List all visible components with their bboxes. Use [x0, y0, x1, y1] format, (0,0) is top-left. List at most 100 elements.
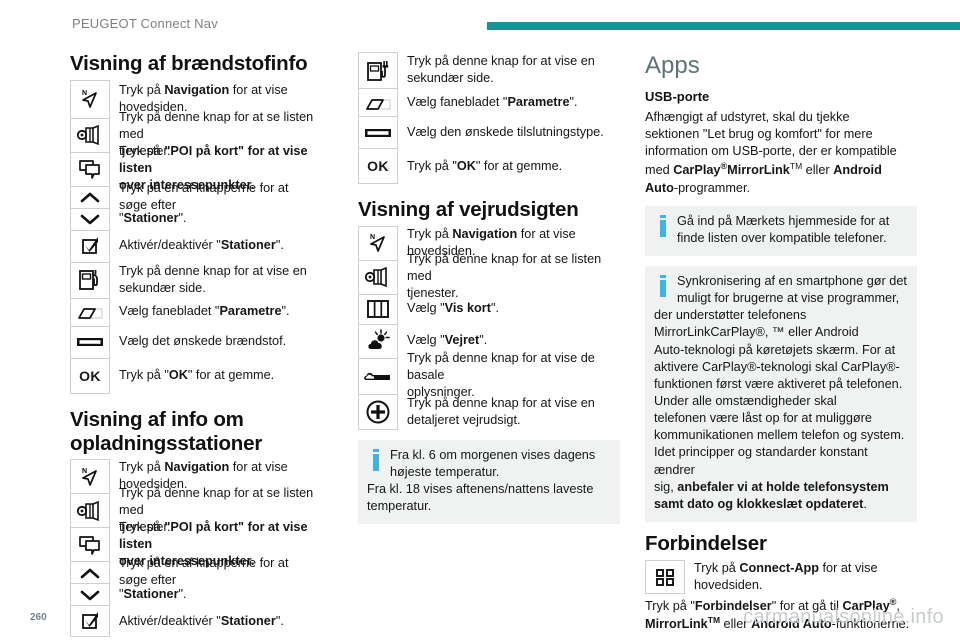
navigation-arrow-icon[interactable]: N: [358, 225, 398, 260]
step-text: Vælg fanebladet "Parametre".: [398, 88, 578, 116]
note-header: Fra kl. 6 om morgenen vises dagens højes…: [367, 447, 611, 481]
site-watermark: carmanualsonline.info: [743, 606, 944, 628]
fuel-pump-icon[interactable]: [70, 261, 110, 298]
list-bar-icon[interactable]: [70, 325, 110, 358]
slider-toggle-icon[interactable]: [358, 357, 398, 394]
note-header: Synkronisering af en smartphone gør det …: [654, 273, 908, 307]
t: for at vise: [819, 560, 878, 575]
t: Tryk på denne knap for at vise de basale: [407, 351, 595, 383]
t: ".: [490, 301, 499, 316]
usb-intro-paragraph: Afhængigt af udstyret, skal du tjekke se…: [645, 109, 917, 197]
step-row: OK Tryk på "OK" for at gemme.: [358, 148, 620, 184]
services-list-icon[interactable]: [358, 259, 398, 294]
step-row: OK Tryk på "OK" for at gemme.: [70, 357, 320, 394]
header-accent-rule: [487, 22, 960, 30]
t: information om USB-porte, der er kompati…: [645, 144, 897, 159]
t: ".: [281, 304, 290, 319]
weather-sun-cloud-icon[interactable]: [358, 323, 398, 358]
t: " for at gemme.: [187, 368, 275, 383]
section-title-fuel-info: Visning af brændstofinfo: [70, 52, 308, 75]
t: Aktivér/deaktivér ": [119, 238, 221, 253]
chevron-up-icon[interactable]: [70, 185, 110, 208]
step-row: Aktivér/deaktivér "Stationer".: [70, 229, 320, 262]
step-row: Tryk på denne knap for at se listen med …: [358, 252, 620, 300]
step-text: Tryk på Connect-App for at vise hovedsid…: [685, 560, 878, 594]
title-line-2: opladningsstationer: [70, 431, 263, 455]
t: sekundær side.: [407, 71, 494, 85]
t: -programmer.: [673, 180, 751, 195]
t: eller: [802, 163, 834, 178]
t: Aktivér/deaktivér ": [119, 613, 221, 628]
info-icon: [373, 448, 379, 471]
ok-button-icon[interactable]: OK: [70, 357, 110, 394]
navigation-arrow-icon[interactable]: N: [70, 79, 110, 118]
t: sig,: [654, 479, 678, 494]
connections-steps: Tryk på Connect-App for at vise hovedsid…: [645, 559, 917, 594]
checkbox-checked-icon[interactable]: [70, 605, 110, 638]
t: Synkronisering af en smartphone gør det: [677, 274, 907, 289]
step-row: Tryk på denne knap for at vise de basale…: [358, 351, 620, 399]
t: Tryk på denne knap for at vise en: [119, 263, 307, 278]
info-icon: [660, 275, 666, 298]
t: Vælg ": [407, 333, 445, 348]
t: Tryk på ": [119, 368, 169, 383]
step-row: Vælg den ønskede tilslutningstype.: [358, 116, 620, 148]
step-text: Vælg den ønskede tilslutningstype.: [398, 116, 604, 148]
step-row: Tryk på Connect-App for at vise hovedsid…: [645, 559, 917, 594]
step-text: Tryk på denne knap for at vise en sekund…: [398, 52, 595, 88]
chevron-up-icon[interactable]: [70, 561, 110, 584]
navigation-arrow-icon[interactable]: N: [70, 459, 110, 494]
step-text: Tryk på denne knap for at vise en sekund…: [110, 262, 307, 298]
t: Under alle omstændigheder skal: [654, 394, 837, 409]
t: Fra kl. 18 vises aftenens/nattens lavest…: [367, 482, 594, 497]
list-bar-icon[interactable]: [358, 116, 398, 148]
header-title: PEUGEOT Connect Nav: [72, 16, 218, 31]
note-body: Synkronisering af en smartphone gør det …: [677, 273, 908, 307]
step-text: Tryk på en af knapperne for at søge efte…: [110, 181, 320, 212]
info-icon-dot: [660, 214, 666, 218]
title-line-1: Visning af info om: [70, 407, 244, 431]
t: for at vise: [229, 460, 288, 475]
t: Tryk på: [694, 560, 740, 575]
t: funktionen først være aktiveret på telef…: [654, 376, 903, 391]
info-icon-dot: [660, 275, 666, 279]
t: Tryk på denne knap for at vise en: [407, 395, 595, 410]
charging-station-icon[interactable]: [358, 52, 398, 88]
ok-button-icon[interactable]: OK: [358, 148, 398, 184]
map-icon[interactable]: [358, 293, 398, 324]
poi-on-map-icon[interactable]: [70, 527, 110, 562]
section-title-charging-info: Visning af info om opladningsstationer: [70, 408, 320, 456]
chevron-down-icon[interactable]: [70, 207, 110, 230]
t: Android: [833, 163, 882, 178]
svg-text:N: N: [370, 234, 375, 241]
services-list-icon[interactable]: [70, 493, 110, 528]
step-row: Tryk på denne knap for at vise en sekund…: [358, 52, 620, 88]
step-text: Tryk på "OK" for at gemme.: [110, 358, 274, 394]
info-icon-stem: [373, 453, 379, 471]
t: Gå ind på Mærkets hjemmeside for at: [677, 213, 890, 228]
step-text: Tryk på denne knap for at se listen med …: [398, 252, 620, 300]
charging-type-steps: Tryk på denne knap for at vise en sekund…: [358, 52, 620, 184]
apps-grid-icon[interactable]: [645, 559, 685, 594]
t: sektionen "Let brug og komfort" for mere: [645, 126, 873, 141]
plus-circle-icon[interactable]: [358, 393, 398, 430]
svg-text:N: N: [82, 468, 87, 475]
chevron-down-icon[interactable]: [70, 583, 110, 606]
t: for at vise: [517, 226, 576, 241]
compatible-phones-note: Gå ind på Mærkets hjemmeside for at find…: [645, 205, 917, 257]
page-title-apps: Apps: [645, 52, 700, 79]
t: Navigation: [452, 226, 518, 241]
checkbox-checked-icon[interactable]: [70, 229, 110, 262]
step-text: Vælg fanebladet "Parametre".: [110, 298, 290, 326]
services-list-icon[interactable]: [70, 117, 110, 152]
poi-on-map-icon[interactable]: [70, 151, 110, 186]
t: telefonen være låst op for at muliggøre: [654, 411, 872, 426]
tab-sheet-icon[interactable]: [70, 297, 110, 326]
step-row: Tryk på en af knapperne for at søge efte…: [70, 556, 320, 587]
tab-sheet-icon[interactable]: [358, 88, 398, 116]
step-text: Tryk på denne knap for at vise en detalj…: [398, 394, 595, 430]
t: temperatur.: [367, 499, 432, 514]
t: anbefaler vi at holde telefonsystem: [677, 479, 889, 494]
t: OK: [168, 368, 188, 383]
column-two: Tryk på denne knap for at vise en sekund…: [358, 52, 620, 532]
